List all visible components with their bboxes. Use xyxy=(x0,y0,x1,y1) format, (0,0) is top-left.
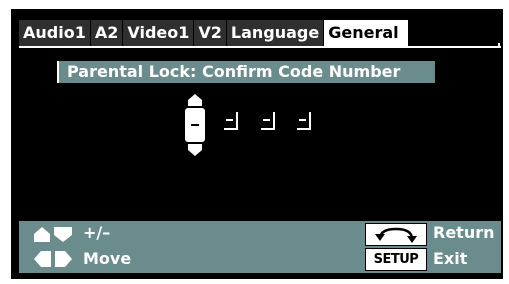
return-hint: Return xyxy=(433,223,495,242)
digit-stepper[interactable] xyxy=(185,93,205,157)
tab-v2[interactable]: V2 xyxy=(194,20,226,46)
up-down-arrows-icon xyxy=(34,227,72,242)
code-digit-2[interactable] xyxy=(224,110,238,130)
return-button[interactable] xyxy=(365,223,427,246)
code-digit-3[interactable] xyxy=(261,110,275,130)
move-hint: Move xyxy=(83,249,132,268)
tab-general[interactable]: General xyxy=(324,20,409,46)
code-digit-4[interactable] xyxy=(297,110,311,130)
return-arrow-icon xyxy=(375,227,417,243)
tab-underline xyxy=(19,46,501,48)
tab-video1[interactable]: Video1 xyxy=(123,20,194,46)
tab-bar: Audio1 A2 Video1 V2 Language General xyxy=(19,20,409,46)
adjust-hint: +/– xyxy=(83,223,111,242)
tab-audio1[interactable]: Audio1 xyxy=(19,20,90,46)
active-digit-placeholder xyxy=(191,124,199,126)
exit-hint: Exit xyxy=(433,249,468,268)
tab-a2[interactable]: A2 xyxy=(90,20,123,46)
tab-language[interactable]: Language xyxy=(226,20,324,46)
chevron-down-icon[interactable] xyxy=(185,143,205,157)
dialog-title: Parental Lock: Confirm Code Number xyxy=(57,61,435,83)
tab-underline-end xyxy=(498,43,500,48)
setup-button[interactable]: SETUP xyxy=(365,248,427,271)
chevron-up-icon[interactable] xyxy=(185,93,205,107)
left-right-arrows-icon xyxy=(34,251,72,267)
